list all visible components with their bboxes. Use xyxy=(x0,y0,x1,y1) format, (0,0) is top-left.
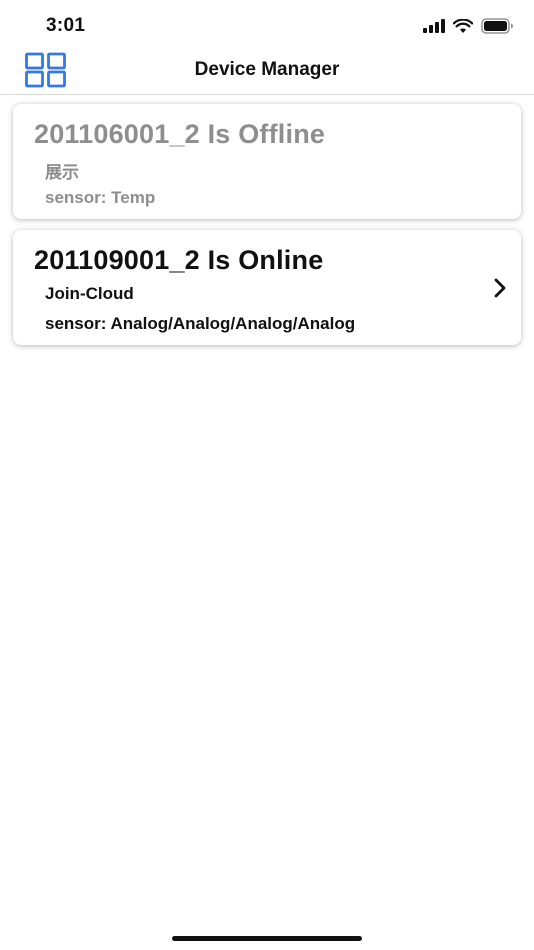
status-bar: 3:01 xyxy=(0,0,534,50)
device-card-offline[interactable]: 201106001_2 Is Offline 展示 sensor: Temp xyxy=(13,104,521,219)
device-title: 201109001_2 Is Online xyxy=(34,245,324,275)
battery-icon xyxy=(481,18,513,34)
home-indicator[interactable] xyxy=(172,936,362,941)
device-title: 201106001_2 Is Offline xyxy=(34,119,326,149)
chevron-right-icon xyxy=(494,278,506,298)
device-card-online[interactable]: 201109001_2 Is Online Join-Cloud sensor:… xyxy=(13,230,521,345)
status-icons xyxy=(423,16,514,36)
device-sensor: sensor: Temp xyxy=(45,188,156,207)
device-list: 201106001_2 Is Offline 展示 sensor: Temp 2… xyxy=(13,104,521,356)
nav-bar: Device Manager xyxy=(0,50,534,95)
device-sensor: sensor: Analog/Analog/Analog/Analog xyxy=(45,314,356,333)
device-description: 展示 xyxy=(45,163,79,182)
device-description: Join-Cloud xyxy=(45,284,134,303)
page-title: Device Manager xyxy=(194,59,340,80)
wifi-icon xyxy=(453,18,473,33)
signal-icon xyxy=(423,19,445,33)
status-time: 3:01 xyxy=(46,15,86,36)
